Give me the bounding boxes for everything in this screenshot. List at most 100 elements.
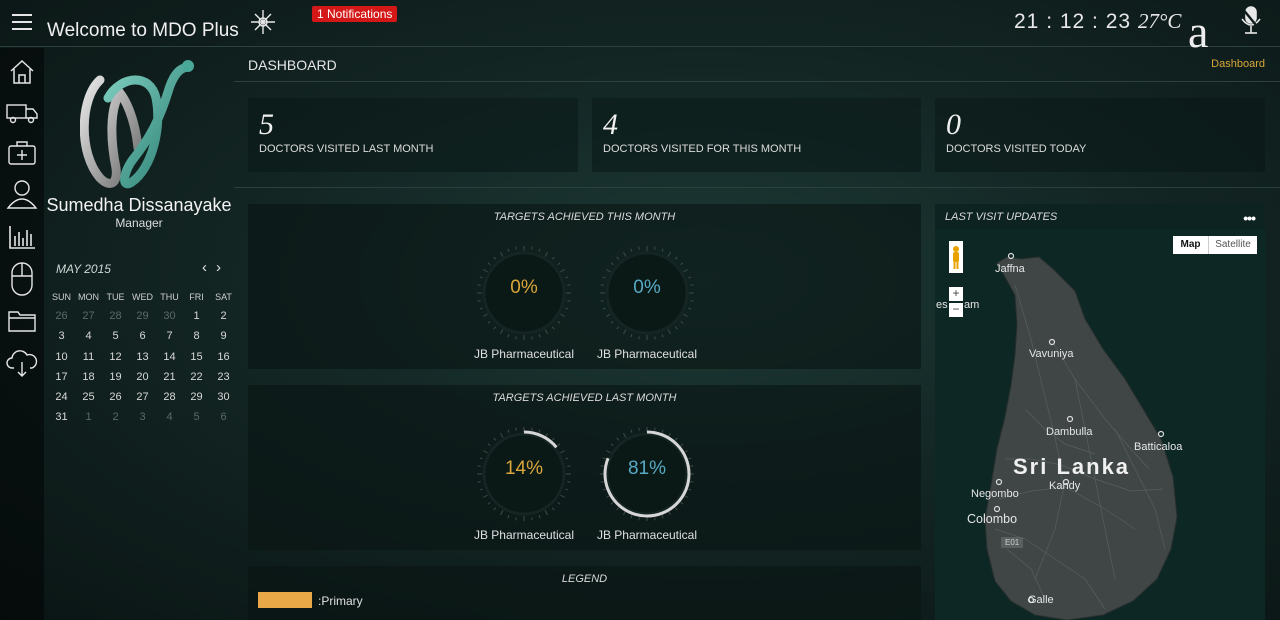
gauge-percent: 81% — [627, 458, 667, 479]
map-type-map-button[interactable]: Map — [1173, 236, 1208, 254]
breadcrumb-dashboard[interactable]: Dashboard — [1211, 58, 1265, 70]
calendar-day[interactable]: 27 — [129, 387, 156, 407]
gauge-label: JB Pharmaceutical — [596, 528, 698, 542]
calendar-day[interactable]: 14 — [156, 347, 183, 367]
gauge-label: JB Pharmaceutical — [596, 347, 698, 361]
calendar-day[interactable]: 6 — [129, 326, 156, 346]
calendar-day[interactable]: 25 — [75, 387, 102, 407]
last-visit-map-panel: LAST VISIT UPDATES ••• Map Satellite + −… — [935, 204, 1265, 620]
folder-icon[interactable] — [6, 306, 38, 336]
calendar-weekday: SUN — [51, 292, 71, 302]
calendar-day[interactable]: 5 — [183, 407, 210, 427]
stat-label: DOCTORS VISITED FOR THIS MONTH — [603, 143, 802, 155]
calendar-weekday: MON — [78, 292, 99, 302]
calendar-day[interactable]: 1 — [75, 407, 102, 427]
map-label: Dambulla — [1046, 426, 1093, 438]
medical-kit-icon[interactable] — [6, 138, 38, 168]
calendar-day[interactable]: 17 — [48, 367, 75, 387]
gauge-label: JB Pharmaceutical — [473, 347, 575, 361]
calendar-day[interactable]: 28 — [102, 306, 129, 326]
microphone-icon[interactable] — [1240, 5, 1262, 37]
calendar-day[interactable]: 27 — [75, 306, 102, 326]
calendar-next-icon[interactable]: › — [216, 259, 221, 276]
calendar-day[interactable]: 4 — [156, 407, 183, 427]
compass-icon[interactable] — [249, 8, 277, 36]
calendar-day[interactable]: 23 — [210, 367, 237, 387]
calendar-day[interactable]: 12 — [102, 347, 129, 367]
panel-title: LEGEND — [561, 573, 608, 585]
calendar-day[interactable]: 15 — [183, 347, 210, 367]
stat-value: 0 — [946, 108, 961, 141]
icon-sidebar — [0, 48, 44, 620]
calendar-day[interactable]: 30 — [210, 387, 237, 407]
stat-value: 4 — [603, 108, 618, 141]
divider — [234, 187, 1280, 188]
calendar-day[interactable]: 16 — [210, 347, 237, 367]
home-icon[interactable] — [6, 56, 38, 86]
stat-label: DOCTORS VISITED TODAY — [946, 143, 1087, 155]
map-label: Batticaloa — [1134, 441, 1183, 453]
calendar-day[interactable]: 24 — [48, 387, 75, 407]
gauge: 14% JB Pharmaceutical — [474, 424, 574, 554]
stat-card-today: 0 DOCTORS VISITED TODAY — [935, 98, 1265, 172]
calendar-day[interactable]: 26 — [102, 387, 129, 407]
gauge-percent: 0% — [633, 277, 661, 298]
map-label: am — [964, 299, 980, 311]
calendar-day[interactable]: 6 — [210, 407, 237, 427]
map-road-label: E01 — [1005, 538, 1020, 547]
user-icon[interactable] — [6, 179, 38, 209]
calendar-day[interactable]: 29 — [129, 306, 156, 326]
calendar-day[interactable]: 2 — [210, 306, 237, 326]
calendar-day[interactable]: 20 — [129, 367, 156, 387]
calendar-day[interactable]: 1 — [183, 306, 210, 326]
cloud-download-icon[interactable] — [6, 348, 38, 378]
panel-title: TARGETS ACHIEVED THIS MONTH — [493, 211, 676, 223]
calendar-day[interactable]: 7 — [156, 326, 183, 346]
calendar-day[interactable]: 3 — [48, 326, 75, 346]
calendar-day[interactable]: 9 — [210, 326, 237, 346]
street-view-pegman-icon[interactable] — [949, 241, 963, 273]
targets-last-month-panel: TARGETS ACHIEVED LAST MONTH 14% JB Pharm… — [248, 385, 921, 550]
mouse-icon[interactable] — [6, 262, 38, 296]
more-options-icon[interactable]: ••• — [1243, 210, 1256, 226]
calendar-day[interactable]: 21 — [156, 367, 183, 387]
map-view[interactable]: Map Satellite + − es am Jaffna Vavuniya … — [935, 229, 1265, 620]
calendar-day[interactable]: 13 — [129, 347, 156, 367]
calendar-day[interactable]: 8 — [183, 326, 210, 346]
zoom-in-button[interactable]: + — [949, 287, 963, 301]
gauge-percent: 14% — [504, 458, 544, 479]
calendar-day[interactable]: 22 — [183, 367, 210, 387]
gauge-label: JB Pharmaceutical — [473, 528, 575, 542]
map-label: Colombo — [967, 512, 1018, 526]
legend-panel: LEGEND :Primary — [248, 566, 921, 620]
calendar-day[interactable]: 4 — [75, 326, 102, 346]
gauge-percent: 0% — [510, 277, 538, 298]
calendar-day[interactable]: 28 — [156, 387, 183, 407]
hamburger-menu-icon[interactable] — [12, 14, 32, 30]
calendar-day[interactable]: 18 — [75, 367, 102, 387]
calendar-day[interactable]: 31 — [48, 407, 75, 427]
calendar-day[interactable]: 29 — [183, 387, 210, 407]
calendar-day[interactable]: 11 — [75, 347, 102, 367]
map-label: Jaffna — [995, 263, 1025, 275]
panel-title: TARGETS ACHIEVED LAST MONTH — [492, 392, 677, 404]
map-label: Negombo — [971, 488, 1019, 500]
calendar-day[interactable]: 26 — [48, 306, 75, 326]
map-type-satellite-button[interactable]: Satellite — [1208, 236, 1257, 254]
calendar-day[interactable]: 5 — [102, 326, 129, 346]
truck-icon[interactable] — [6, 97, 38, 127]
calendar-day[interactable]: 30 — [156, 306, 183, 326]
calendar-day[interactable]: 3 — [129, 407, 156, 427]
gauge: 81% JB Pharmaceutical — [597, 424, 697, 554]
bar-chart-icon[interactable] — [6, 222, 38, 252]
calendar-day[interactable]: 10 — [48, 347, 75, 367]
map-label: Kandy — [1049, 480, 1081, 492]
calendar-day[interactable]: 19 — [102, 367, 129, 387]
zoom-out-button[interactable]: − — [949, 303, 963, 317]
gauge: 0% JB Pharmaceutical — [474, 243, 574, 373]
calendar-grid: SUN MON TUE WED THU FRI SAT 26 27 28 29 30 1 2 3 4 5 6 7 8 9… — [48, 289, 232, 428]
legend-swatch-primary — [258, 592, 312, 608]
notifications-badge[interactable]: 1 Notifications — [312, 6, 398, 22]
calendar-prev-icon[interactable]: ‹ — [202, 259, 207, 276]
calendar-day[interactable]: 2 — [102, 407, 129, 427]
